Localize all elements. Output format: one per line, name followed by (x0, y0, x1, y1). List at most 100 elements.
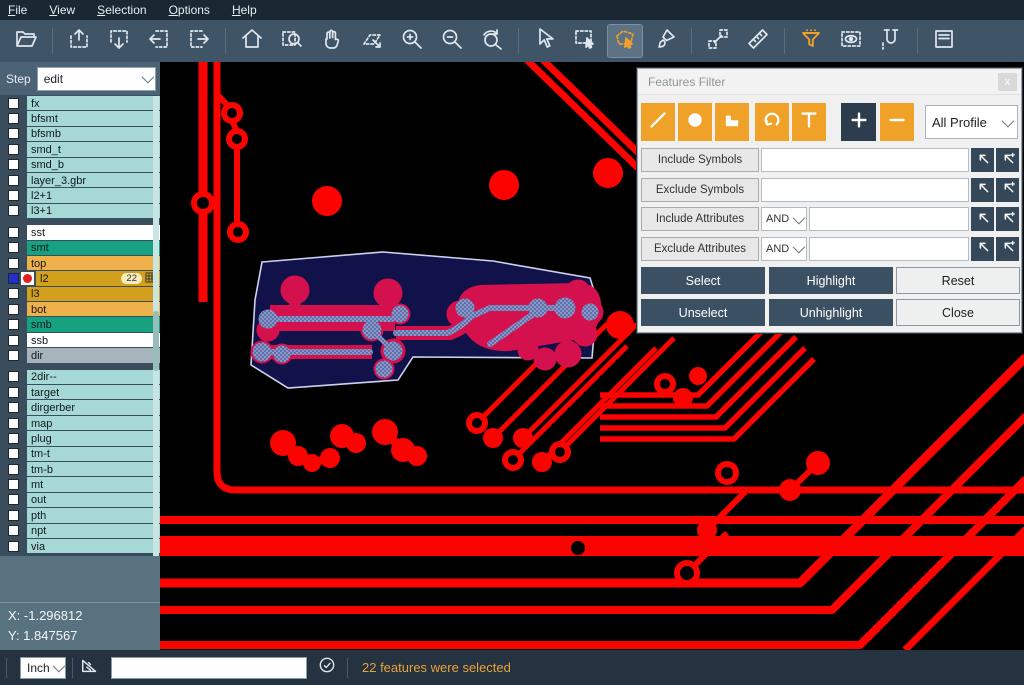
snap-button[interactable] (874, 25, 908, 57)
layer-row-dir[interactable]: dir (0, 348, 160, 363)
layer-row-tm-b[interactable]: tm-b (0, 462, 160, 477)
menu-item-view[interactable]: View (49, 3, 75, 17)
filter-row-label-button[interactable]: Include Symbols (641, 148, 759, 172)
layer-row-bfsmt[interactable]: bfsmt (0, 111, 160, 126)
close-button[interactable]: Close (896, 299, 1020, 326)
zoom-in-button[interactable] (395, 25, 429, 57)
open-file-button[interactable] (9, 25, 43, 57)
layer-visibility-checkbox[interactable] (8, 113, 19, 124)
layer-visibility-checkbox[interactable] (8, 288, 19, 299)
units-select[interactable]: Inch (20, 657, 66, 679)
layer-visibility-checkbox[interactable] (8, 242, 19, 253)
angle-snap-icon[interactable] (79, 655, 101, 680)
unhighlight-button[interactable]: Unhighlight (769, 299, 893, 326)
layer-row-l3[interactable]: l3 (0, 287, 160, 302)
zoom-previous-button[interactable] (475, 25, 509, 57)
panel-list-button[interactable] (927, 25, 961, 57)
layer-visibility-checkbox[interactable] (8, 319, 19, 330)
layer-visibility-checkbox[interactable] (8, 144, 19, 155)
home-view-button[interactable] (235, 25, 269, 57)
layer-visibility-checkbox[interactable] (8, 190, 19, 201)
layer-name[interactable]: l3 (27, 287, 160, 301)
layer-visibility-checkbox[interactable] (8, 402, 19, 413)
step-select[interactable]: edit (37, 67, 156, 91)
layer-row-dirgerber[interactable]: dirgerber (0, 400, 160, 415)
layer-name[interactable]: smt (27, 241, 160, 255)
filter-value-input[interactable] (809, 207, 969, 231)
scrollbar-thumb[interactable] (153, 311, 159, 371)
filter-value-input[interactable] (761, 178, 969, 202)
pan-left-button[interactable] (142, 25, 176, 57)
pick-add-button[interactable] (996, 178, 1019, 202)
layer-row-mt[interactable]: mt (0, 477, 160, 492)
layer-name[interactable]: bot (27, 302, 160, 316)
layer-row-top[interactable]: top (0, 256, 160, 271)
remove-filter-button[interactable] (880, 103, 914, 141)
zoom-out-button[interactable] (435, 25, 469, 57)
add-filter-button[interactable] (841, 103, 876, 141)
line-filter-button[interactable] (641, 103, 675, 141)
pick-from-canvas-button[interactable] (971, 207, 994, 231)
layer-row-pth[interactable]: pth (0, 508, 160, 523)
close-icon[interactable]: x (998, 73, 1017, 91)
layer-row-bfsmb[interactable]: bfsmb (0, 127, 160, 142)
menu-item-help[interactable]: Help (232, 3, 257, 17)
layer-row-2dir--[interactable]: 2dir-- (0, 370, 160, 385)
layer-name[interactable]: npt (27, 524, 160, 538)
layer-visibility-checkbox[interactable] (8, 175, 19, 186)
layer-visibility-checkbox[interactable] (8, 350, 19, 361)
profile-select[interactable]: All Profile (925, 105, 1018, 139)
history-icon[interactable] (317, 655, 337, 680)
layer-visibility-checkbox[interactable] (8, 98, 19, 109)
layer-visibility-checkbox[interactable] (8, 448, 19, 459)
filter-value-input[interactable] (761, 148, 969, 172)
layer-visibility-checkbox[interactable] (8, 227, 19, 238)
dialog-title-bar[interactable]: Features Filter x (638, 69, 1021, 95)
menu-item-options[interactable]: Options (169, 3, 210, 17)
layer-name[interactable]: l3+1 (27, 204, 160, 218)
layer-row-npt[interactable]: npt (0, 524, 160, 539)
layer-name[interactable]: sst (27, 225, 160, 239)
layer-name[interactable]: via (27, 539, 160, 553)
layer-name[interactable]: fx (27, 96, 160, 110)
layer-row-smt[interactable]: smt (0, 241, 160, 256)
text-filter-button[interactable] (792, 103, 826, 141)
layer-row-target[interactable]: target (0, 385, 160, 400)
layer-name[interactable]: ssb (27, 333, 160, 347)
menu-item-file[interactable]: File (8, 3, 27, 17)
layer-name[interactable]: dirgerber (27, 400, 160, 414)
layer-name[interactable]: smd_t (27, 142, 160, 156)
layer-visibility-checkbox[interactable] (8, 304, 19, 315)
zoom-drag-button[interactable] (355, 25, 389, 57)
layer-visibility-checkbox[interactable] (8, 335, 19, 346)
layer-name[interactable]: bfsmb (27, 127, 160, 141)
layer-row-bot[interactable]: bot (0, 302, 160, 317)
pan-up-button[interactable] (62, 25, 96, 57)
layer-visibility-checkbox[interactable] (8, 525, 19, 536)
pan-right-button[interactable] (182, 25, 216, 57)
layer-name[interactable]: plug (27, 431, 160, 445)
pick-from-canvas-button[interactable] (971, 237, 994, 261)
layer-row-out[interactable]: out (0, 493, 160, 508)
layer-row-layer_3.gbr[interactable]: layer_3.gbr (0, 173, 160, 188)
filter-value-input[interactable] (809, 237, 969, 261)
layer-row-fx[interactable]: fx (0, 96, 160, 111)
rectangle-select-button[interactable] (568, 25, 602, 57)
layer-visibility-checkbox[interactable] (8, 510, 19, 521)
surface-filter-button[interactable] (715, 103, 749, 141)
measure-points-button[interactable] (701, 25, 735, 57)
layer-row-smd_b[interactable]: smd_b (0, 158, 160, 173)
layer-name[interactable]: l222 (36, 271, 160, 285)
layer-name[interactable]: tm-b (27, 462, 160, 476)
layer-name[interactable]: 2dir-- (27, 370, 160, 384)
layer-visibility-checkbox[interactable] (8, 258, 19, 269)
layer-row-l2[interactable]: l222 (0, 271, 160, 286)
select-arrow-button[interactable] (528, 25, 562, 57)
layer-name[interactable]: layer_3.gbr (27, 173, 160, 187)
arc-filter-button[interactable] (755, 103, 789, 141)
filter-row-label-button[interactable]: Include Attributes (641, 207, 759, 231)
command-input[interactable] (111, 657, 307, 679)
zoom-area-button[interactable] (275, 25, 309, 57)
layer-row-map[interactable]: map (0, 416, 160, 431)
clear-selection-button[interactable] (648, 25, 682, 57)
